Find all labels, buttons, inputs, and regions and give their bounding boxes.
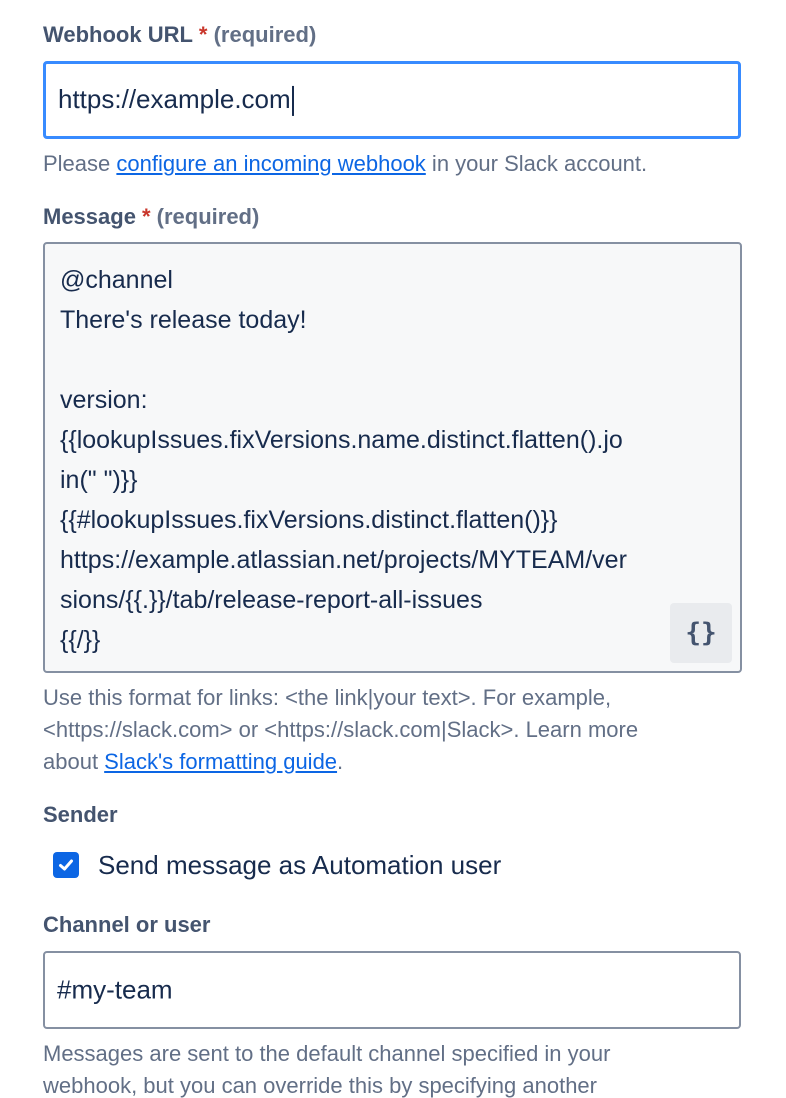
message-help-prefix: about [43,749,105,774]
channel-label-text: Channel or user [43,912,211,937]
message-line [60,340,730,380]
webhook-url-input[interactable]: https://example.com [43,61,741,139]
message-help-suffix: . [337,749,344,774]
required-star: * [141,204,151,229]
send-as-automation-label[interactable]: Send message as Automation user [98,850,501,881]
webhook-url-label-text: Webhook URL [43,22,193,47]
webhook-help-suffix: in your Slack account. [425,151,648,176]
curly-braces-icon: {} [685,618,717,648]
message-help-line: about Slack's formatting guide. [43,746,753,778]
slack-formatting-guide-link[interactable]: Slack's formatting guide [104,749,337,774]
webhook-url-value: https://example.com [58,83,294,117]
webhook-help-prefix: Please [43,151,117,176]
configure-webhook-link[interactable]: configure an incoming webhook [116,151,425,176]
message-line: {{#lookupIssues.fixVersions.distinct.fla… [60,506,558,534]
message-line: sions/{{.}}/tab/release-report-all-issue… [60,586,483,614]
required-text: (required) [156,204,260,229]
message-line: @channel [60,266,173,294]
webhook-help-text: Please configure an incoming webhook in … [43,148,753,180]
channel-help-text: Messages are sent to the default channel… [43,1038,753,1098]
message-line: There's release today! [60,306,307,334]
message-help-text: Use this format for links: <the link|you… [43,682,753,778]
send-as-automation-checkbox[interactable] [53,852,79,878]
required-text: (required) [213,22,317,47]
message-help-line: Use this format for links: <the link|you… [43,685,612,710]
message-line: {{/}} [60,626,101,654]
message-line: version: [60,386,148,414]
channel-label: Channel or user [43,912,210,938]
channel-help-line: webhook, but you can override this by sp… [43,1073,597,1098]
message-lines: @channel There's release today! version:… [60,260,730,660]
message-label: Message * (required) [43,204,259,230]
text-caret [291,86,294,117]
message-textarea[interactable]: @channel There's release today! version:… [43,242,742,673]
smart-values-button[interactable]: {} [670,603,732,663]
message-line: in(" ")}} [60,466,138,494]
channel-help-line: Messages are sent to the default channel… [43,1041,611,1066]
message-line: https://example.atlassian.net/projects/M… [60,546,627,574]
checkmark-icon [59,859,73,871]
channel-input[interactable]: #my-team [43,951,741,1029]
slack-action-form: Webhook URL * (required) https://example.… [0,0,786,1098]
message-label-text: Message [43,204,136,229]
message-help-line: <https://slack.com> or <https://slack.co… [43,717,639,742]
send-as-automation-row[interactable]: Send message as Automation user [53,848,501,882]
webhook-url-value-text: https://example.com [58,83,291,114]
sender-label-text: Sender [43,802,118,827]
message-line: {{lookupIssues.fixVersions.name.distinct… [60,426,623,454]
required-star: * [198,22,208,47]
sender-label: Sender [43,802,118,828]
channel-value: #my-team [57,974,173,1005]
webhook-url-label: Webhook URL * (required) [43,22,316,48]
